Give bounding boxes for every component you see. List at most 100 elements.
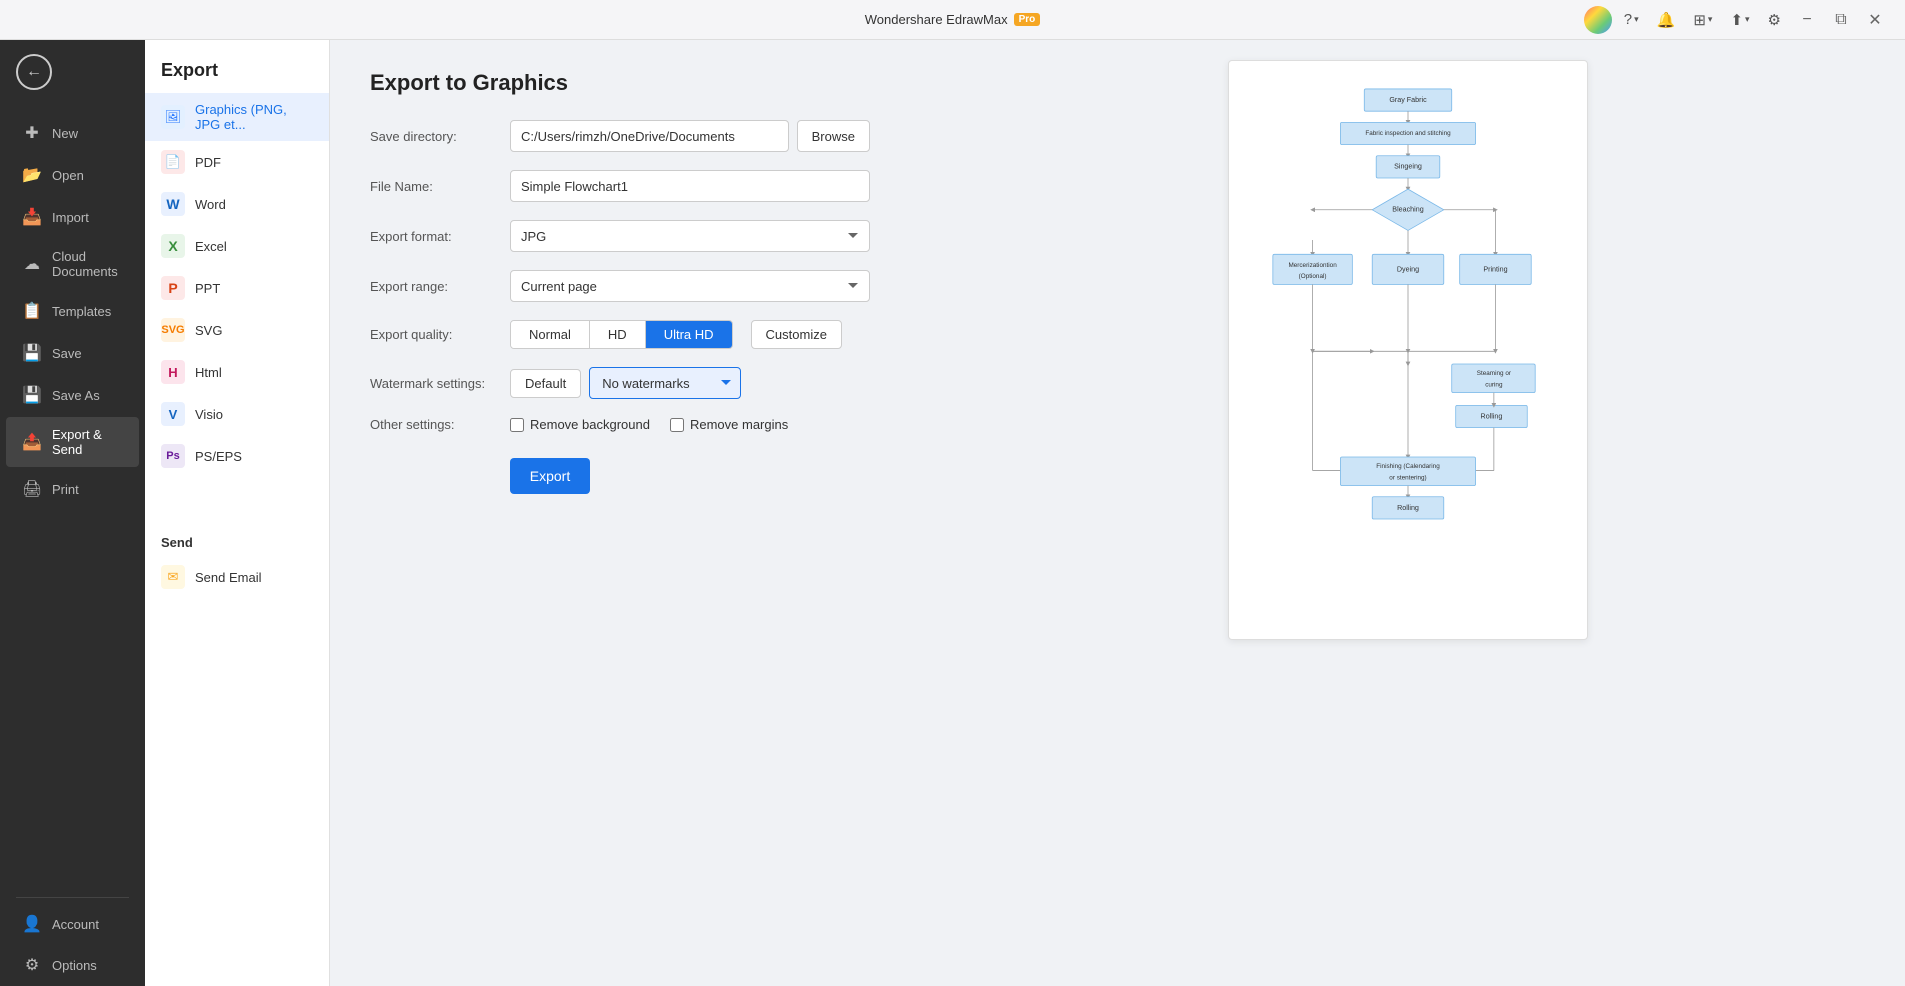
- watermark-select[interactable]: No watermarks Custom watermark: [589, 367, 741, 399]
- remove-margins-checkbox-item[interactable]: Remove margins: [670, 417, 788, 432]
- export-item-graphics[interactable]: 🖼 Graphics (PNG, JPG et...: [145, 93, 329, 141]
- export-range-label: Export range:: [370, 279, 510, 294]
- toolbar-right: ? ▾ 🔔 ⊞ ▾ ⬆ ▾ ⚙ − ⧉ ✕: [1584, 6, 1889, 34]
- export-item-visio[interactable]: V Visio: [145, 393, 329, 435]
- export-item-label-html: Html: [195, 365, 222, 380]
- excel-icon: X: [161, 234, 185, 258]
- svg-text:Dyeing: Dyeing: [1396, 265, 1418, 273]
- quality-group: Normal HD Ultra HD: [510, 320, 733, 349]
- send-item-email[interactable]: ✉ Send Email: [145, 556, 329, 598]
- save-directory-label: Save directory:: [370, 129, 510, 144]
- visio-icon: V: [161, 402, 185, 426]
- send-item-label-email: Send Email: [195, 570, 261, 585]
- svg-text:Rolling: Rolling: [1397, 504, 1419, 512]
- email-icon: ✉: [161, 565, 185, 589]
- restore-button[interactable]: ⧉: [1827, 6, 1855, 34]
- export-item-ppt[interactable]: P PPT: [145, 267, 329, 309]
- export-item-label-word: Word: [195, 197, 226, 212]
- grid-button[interactable]: ⊞ ▾: [1687, 7, 1718, 33]
- export-panel: Export 🖼 Graphics (PNG, JPG et... 📄 PDF …: [145, 40, 330, 986]
- preview-area: .fc-rect { fill: #cce4f7; stroke: #7ab8e…: [910, 40, 1905, 986]
- notification-button[interactable]: 🔔: [1651, 7, 1682, 33]
- remove-background-checkbox[interactable]: [510, 418, 524, 432]
- svg-text:or stentering): or stentering): [1389, 474, 1426, 481]
- sidebar-item-import[interactable]: 📥 Import: [6, 197, 139, 237]
- export-quality-label: Export quality:: [370, 327, 510, 342]
- remove-background-label: Remove background: [530, 417, 650, 432]
- ppt-icon: P: [161, 276, 185, 300]
- file-name-input[interactable]: [510, 170, 870, 202]
- settings-button[interactable]: ⚙: [1762, 7, 1787, 33]
- print-icon: 🖨: [22, 479, 42, 499]
- sidebar-item-templates[interactable]: 📋 Templates: [6, 291, 139, 331]
- sidebar-item-label-export: Export & Send: [52, 427, 123, 457]
- export-item-label-graphics: Graphics (PNG, JPG et...: [195, 102, 313, 132]
- help-icon: ?: [1624, 11, 1632, 28]
- sidebar-item-options[interactable]: ⚙ Options: [6, 945, 139, 985]
- templates-icon: 📋: [22, 301, 42, 321]
- checkbox-group: Remove background Remove margins: [510, 417, 788, 432]
- browse-button[interactable]: Browse: [797, 120, 870, 152]
- export-item-pdf[interactable]: 📄 PDF: [145, 141, 329, 183]
- customize-button[interactable]: Customize: [751, 320, 842, 349]
- sidebar-item-cloud[interactable]: ☁ Cloud Documents: [6, 239, 139, 289]
- graphics-icon: 🖼: [161, 105, 185, 129]
- remove-margins-checkbox[interactable]: [670, 418, 684, 432]
- svg-icon: SVG: [161, 318, 185, 342]
- sidebar-item-account[interactable]: 👤 Account: [6, 904, 139, 944]
- export-item-ps[interactable]: Ps PS/EPS: [145, 435, 329, 477]
- sidebar-item-new[interactable]: ✚ New: [6, 113, 139, 153]
- export-button[interactable]: Export: [510, 458, 590, 494]
- sidebar-item-export-send[interactable]: 📤 Export & Send: [6, 417, 139, 467]
- export-item-html[interactable]: H Html: [145, 351, 329, 393]
- svg-text:Bleaching: Bleaching: [1392, 206, 1423, 214]
- remove-margins-label: Remove margins: [690, 417, 788, 432]
- export-button-row: Export: [370, 450, 870, 494]
- user-avatar[interactable]: [1584, 6, 1612, 34]
- grid-icon: ⊞: [1693, 11, 1706, 29]
- export-item-label-pdf: PDF: [195, 155, 221, 170]
- export-item-word[interactable]: W Word: [145, 183, 329, 225]
- export-range-select[interactable]: Current page All pages Selected objects: [510, 270, 870, 302]
- send-section-title: Send: [145, 523, 329, 556]
- help-button[interactable]: ? ▾: [1618, 7, 1645, 32]
- save-directory-input[interactable]: [510, 120, 789, 152]
- export-list: 🖼 Graphics (PNG, JPG et... 📄 PDF W Word …: [145, 93, 329, 523]
- export-item-excel[interactable]: X Excel: [145, 225, 329, 267]
- other-settings-control: Remove background Remove margins: [510, 417, 870, 432]
- export-item-svg[interactable]: SVG SVG: [145, 309, 329, 351]
- quality-normal-button[interactable]: Normal: [511, 321, 590, 348]
- svg-text:Finishing (Calendaring: Finishing (Calendaring: [1376, 463, 1440, 470]
- sidebar-back: ←: [0, 40, 145, 104]
- sidebar-item-save[interactable]: 💾 Save: [6, 333, 139, 373]
- close-button[interactable]: ✕: [1861, 6, 1889, 34]
- sidebar-item-label-templates: Templates: [52, 304, 111, 319]
- export-button-control: Export: [510, 450, 870, 494]
- ps-icon: Ps: [161, 444, 185, 468]
- file-name-row: File Name:: [370, 170, 870, 202]
- svg-text:Gray Fabric: Gray Fabric: [1389, 96, 1427, 104]
- export-format-select[interactable]: JPG PNG BMP SVG PDF: [510, 220, 870, 252]
- send-list: ✉ Send Email: [145, 556, 329, 986]
- titlebar: Wondershare EdrawMax Pro ? ▾ 🔔 ⊞ ▾ ⬆ ▾ ⚙…: [0, 0, 1905, 40]
- main-content: Export to Graphics Save directory: Brows…: [330, 40, 1905, 986]
- export-format-control: JPG PNG BMP SVG PDF: [510, 220, 870, 252]
- export-form-area: Export to Graphics Save directory: Brows…: [330, 40, 910, 986]
- export-format-label: Export format:: [370, 229, 510, 244]
- word-icon: W: [161, 192, 185, 216]
- remove-background-checkbox-item[interactable]: Remove background: [510, 417, 650, 432]
- share-button[interactable]: ⬆ ▾: [1724, 7, 1755, 33]
- sidebar-item-save-as[interactable]: 💾 Save As: [6, 375, 139, 415]
- sidebar-item-print[interactable]: 🖨 Print: [6, 469, 139, 509]
- grid-chevron-icon: ▾: [1708, 14, 1713, 25]
- quality-hd-button[interactable]: HD: [590, 321, 646, 348]
- watermark-default-button[interactable]: Default: [510, 369, 581, 398]
- help-chevron-icon: ▾: [1634, 14, 1639, 25]
- sidebar-item-open[interactable]: 📂 Open: [6, 155, 139, 195]
- pro-badge: Pro: [1014, 13, 1041, 26]
- back-button[interactable]: ←: [16, 54, 52, 90]
- flowchart-svg: .fc-rect { fill: #cce4f7; stroke: #7ab8e…: [1249, 81, 1567, 574]
- quality-ultra-hd-button[interactable]: Ultra HD: [646, 321, 732, 348]
- minimize-button[interactable]: −: [1793, 6, 1821, 34]
- open-icon: 📂: [22, 165, 42, 185]
